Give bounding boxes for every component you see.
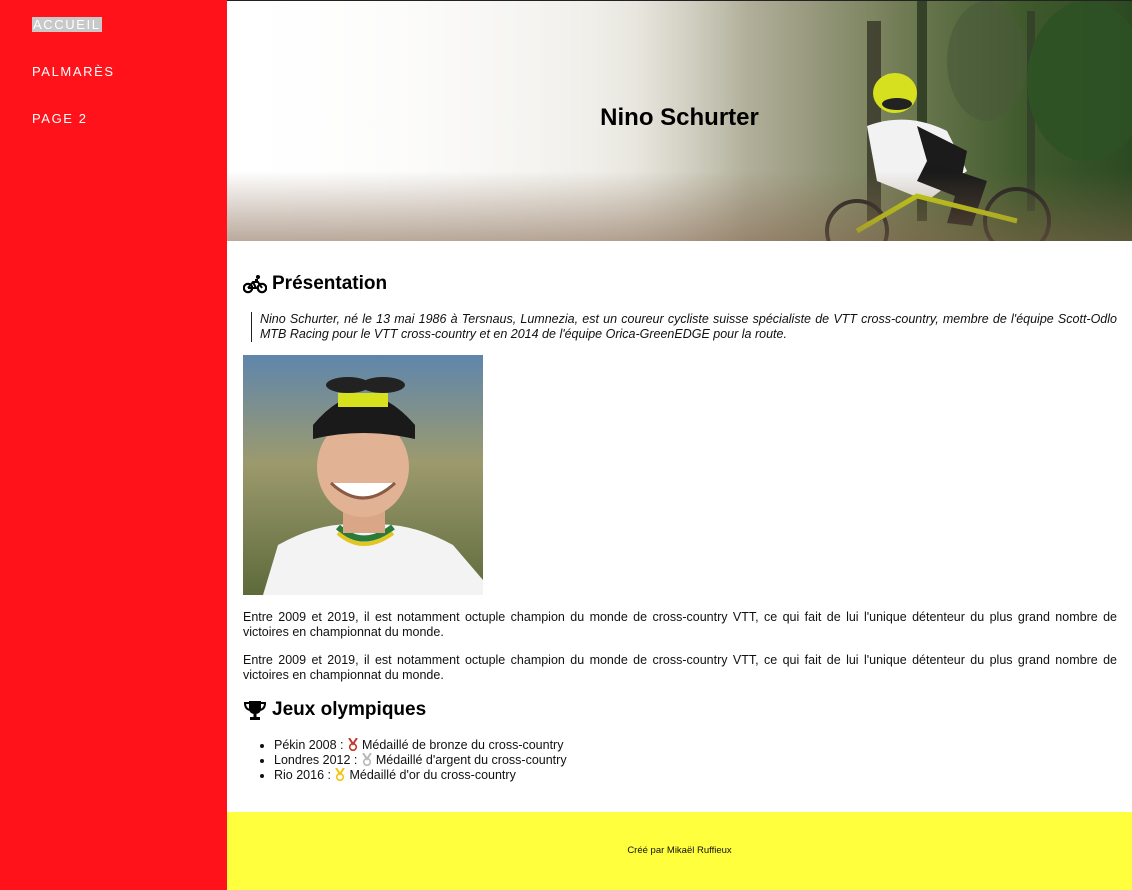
list-item: Rio 2016 : Médaillé d'or du cross-countr…	[274, 768, 567, 783]
section-title-olympics-label: Jeux olympiques	[272, 699, 427, 720]
nav-item-palmares[interactable]: PALMARÈS	[32, 64, 115, 79]
list-item-prefix: Rio 2016 :	[274, 768, 331, 782]
footer: Créé par Mikaël Ruffieux	[227, 812, 1132, 890]
bronze-medal-icon	[348, 738, 358, 751]
list-item: Londres 2012 : Médaillé d'argent du cros…	[274, 753, 567, 768]
list-item-text: Médaillé d'argent du cross-country	[375, 753, 567, 767]
paragraph: Entre 2009 et 2019, il est notamment oct…	[243, 610, 1117, 639]
silver-medal-icon	[362, 753, 372, 766]
paragraph: Entre 2009 et 2019, il est notamment oct…	[243, 653, 1117, 682]
page-title: Nino Schurter	[600, 104, 759, 131]
sidebar: ACCUEIL PALMARÈS PAGE 2	[0, 0, 227, 890]
nav-item-accueil[interactable]: ACCUEIL	[32, 17, 102, 32]
list-item-text: Médaillé d'or du cross-country	[349, 768, 516, 782]
gold-medal-icon	[335, 768, 346, 781]
section-title-presentation: Présentation	[243, 273, 387, 295]
list-item-text: Médaillé de bronze du cross-country	[361, 738, 564, 752]
portrait-photo	[243, 355, 483, 595]
section-title-presentation-label: Présentation	[272, 273, 388, 294]
intro-quote: Nino Schurter, né le 13 mai 1986 à Tersn…	[251, 312, 1117, 342]
bicycle-icon	[243, 275, 267, 294]
list-item-prefix: Londres 2012 :	[274, 753, 358, 767]
footer-credit: Créé par Mikaël Ruffieux	[627, 845, 732, 856]
list-item-prefix: Pékin 2008 :	[274, 738, 344, 752]
portrait-image	[243, 355, 483, 595]
olympics-list: Pékin 2008 : Médaillé de bronze du cross…	[274, 738, 567, 783]
hero-banner: Nino Schurter	[227, 1, 1132, 241]
section-title-olympics: Jeux olympiques	[243, 699, 426, 721]
trophy-icon	[243, 701, 267, 720]
nav-item-page-2[interactable]: PAGE 2	[32, 111, 88, 126]
list-item: Pékin 2008 : Médaillé de bronze du cross…	[274, 738, 567, 753]
